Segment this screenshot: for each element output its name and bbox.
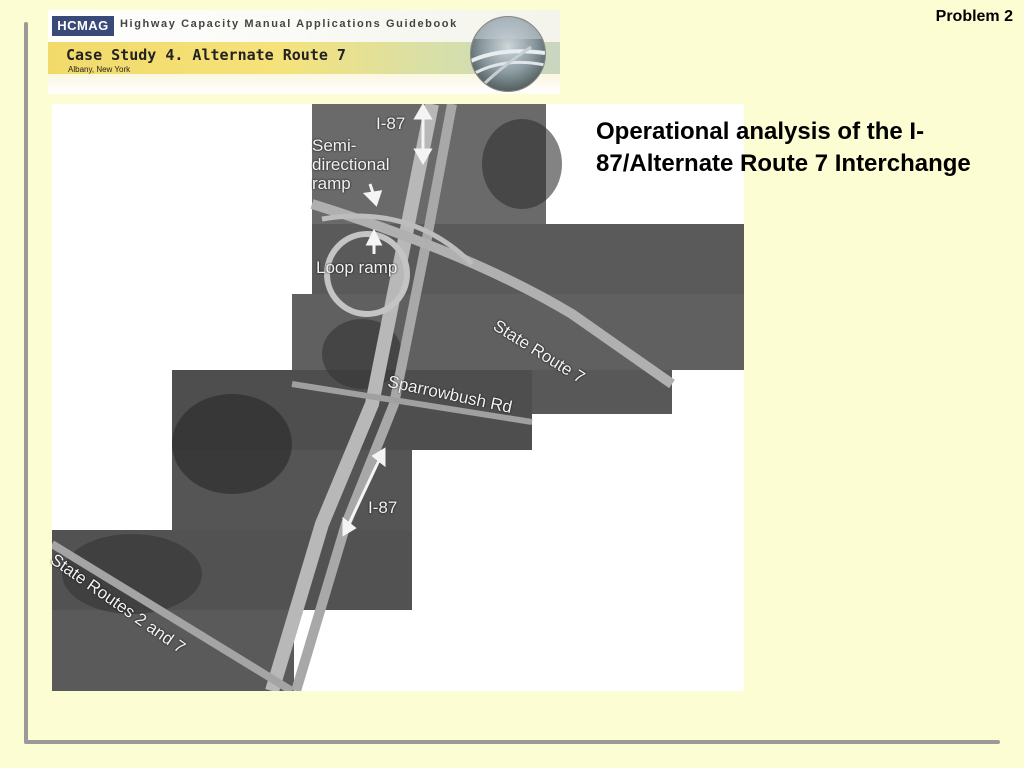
map-label-loop-ramp: Loop ramp xyxy=(316,258,398,277)
slide-title: Operational analysis of the I-87/Alterna… xyxy=(596,118,971,177)
problem-label: Problem 2 xyxy=(935,8,1013,25)
road-network-overlay xyxy=(52,104,675,691)
hcmag-logo: HCMAG xyxy=(52,16,114,36)
case-study-location: Albany, New York xyxy=(68,65,131,74)
guidebook-title: Highway Capacity Manual Applications Gui… xyxy=(120,18,458,30)
case-study-banner: HCMAG Highway Capacity Manual Applicatio… xyxy=(48,10,560,94)
map-label-i87-north: I-87 xyxy=(376,114,406,133)
map-label-semi-directional-ramp: Semi- directional ramp xyxy=(312,136,390,193)
case-study-title: Case Study 4. Alternate Route 7 xyxy=(66,46,346,64)
slide-frame-bottom xyxy=(24,740,1000,744)
map-label-i87-south: I-87 xyxy=(368,498,398,517)
slide-frame-left xyxy=(24,22,28,744)
aerial-photo-interchange: I-87 Semi- directional ramp Loop ramp St… xyxy=(47,104,744,691)
interchange-photo-icon xyxy=(470,16,546,92)
